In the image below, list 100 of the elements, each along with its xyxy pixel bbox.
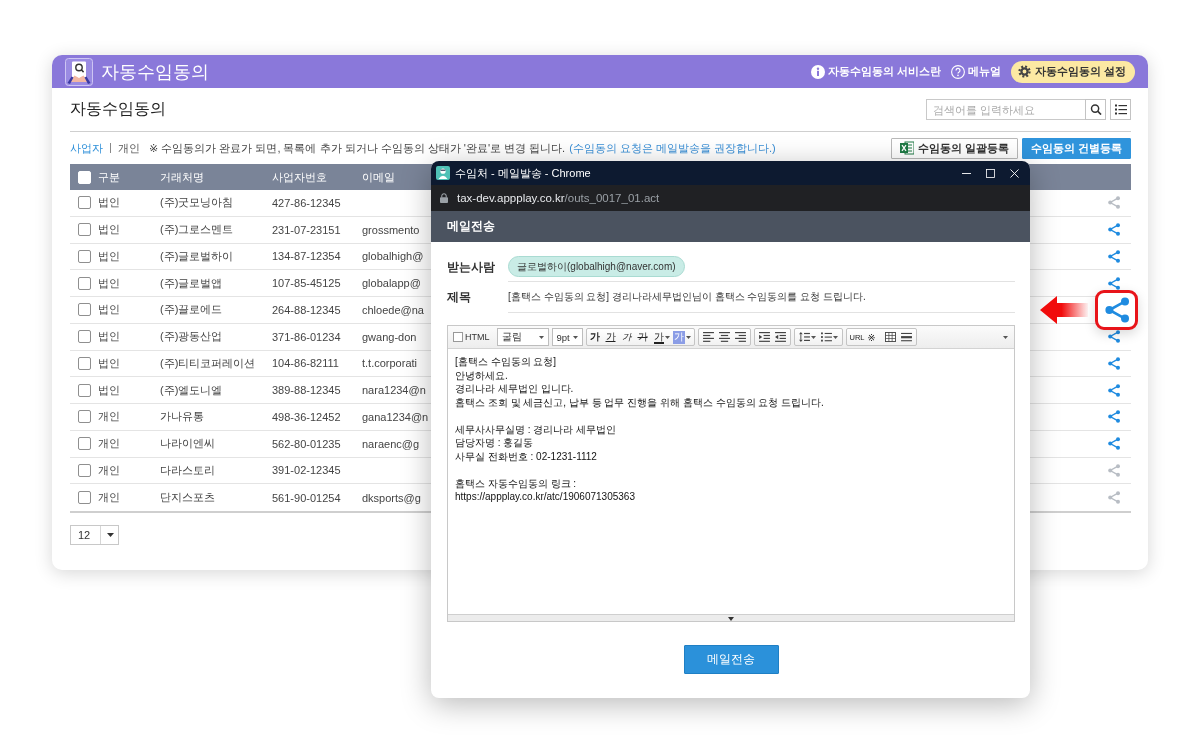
align-right-icon[interactable] (734, 332, 746, 342)
font-select[interactable]: 굴림 (496, 328, 549, 346)
row-checkbox[interactable] (78, 196, 91, 210)
email-cell: globalhigh@ (362, 250, 424, 263)
row-checkbox[interactable] (78, 249, 91, 263)
strikethrough-button[interactable]: 가 (636, 329, 652, 345)
indent-icon[interactable] (758, 332, 770, 342)
share-icon[interactable] (1108, 383, 1120, 397)
email-body-line: 담당자명 : 홍길동 (455, 436, 534, 450)
email-body-line: 홈택스 조회 및 세금신고, 납부 등 업무 진행을 위해 홈택스 수임동의 요청 드립니다. (455, 395, 824, 409)
type-cell: 법인 (98, 329, 120, 345)
italic-button[interactable]: 가 (620, 329, 636, 345)
share-icon[interactable] (1108, 410, 1120, 424)
maximize-icon[interactable] (986, 168, 995, 178)
select-all-checkbox[interactable] (78, 170, 91, 184)
resize-handle[interactable] (448, 614, 1014, 621)
html-label: HTML (465, 332, 490, 342)
row-checkbox[interactable] (78, 491, 91, 505)
email-cell: gana1234@n (362, 410, 429, 423)
type-cell: 법인 (98, 222, 120, 238)
email-body-line: 경리나라 세무법인 입니다. (455, 382, 574, 396)
row-checkbox[interactable] (78, 330, 91, 344)
bold-button[interactable]: 가 (588, 329, 604, 345)
help-icon (951, 64, 966, 79)
lock-icon (440, 193, 448, 203)
row-checkbox[interactable] (78, 223, 91, 237)
numbered-list-icon[interactable] (820, 332, 832, 342)
row-checkbox[interactable] (78, 356, 91, 370)
service-info-link[interactable]: 자동수임동의 서비스란 (811, 64, 942, 79)
share-icon[interactable] (1108, 276, 1120, 290)
email-body-line: [홈택스 수임동의 요청] (455, 355, 557, 369)
client-name-cell: (주)글로벌앱 (160, 275, 223, 291)
size-select[interactable]: 9pt (551, 328, 583, 346)
align-center-icon[interactable] (718, 332, 730, 342)
column-header: 사업자번호 (272, 169, 327, 185)
business-number-cell: 107-85-45125 (272, 277, 341, 290)
align-left-icon[interactable] (702, 332, 714, 342)
business-number-cell: 104-86-82111 (272, 357, 339, 370)
business-number-cell: 498-36-12452 (272, 410, 341, 423)
client-name-cell: (주)엘도니엘 (160, 382, 223, 398)
close-icon[interactable] (1010, 168, 1019, 178)
filter-tab[interactable]: 사업자 (70, 140, 103, 156)
bulk-register-button[interactable]: 수임동의 일괄등록 (890, 137, 1018, 159)
row-checkbox[interactable] (78, 383, 91, 397)
row-checkbox[interactable] (78, 276, 91, 290)
gear-icon (1018, 65, 1032, 78)
font-color-button[interactable]: 가 (652, 329, 671, 345)
list-view-button[interactable] (1110, 99, 1131, 120)
page-size-select[interactable]: 12 (70, 525, 119, 545)
symbol-button[interactable]: ※ (866, 329, 882, 345)
business-number-cell: 389-88-12345 (272, 384, 341, 397)
field-label: 받는사람 (447, 258, 495, 276)
share-icon[interactable] (1104, 297, 1129, 323)
search-button[interactable] (1085, 99, 1106, 120)
horizontal-rule-icon[interactable] (900, 332, 912, 342)
share-icon[interactable] (1108, 463, 1120, 477)
spreadsheet-icon (899, 141, 914, 155)
manual-link[interactable]: 메뉴얼 (951, 64, 1002, 79)
filter-tab[interactable]: 개인 (118, 140, 140, 156)
share-icon[interactable] (1108, 491, 1120, 505)
collapse-icon[interactable] (1003, 335, 1008, 339)
outdent-icon[interactable] (774, 332, 786, 342)
caret-icon (572, 335, 578, 339)
client-name-cell: 가나유통 (160, 409, 204, 425)
settings-button[interactable]: 자동수임동의 설정 (1011, 60, 1135, 83)
html-checkbox[interactable] (453, 332, 463, 342)
email-cell: nara1234@n (362, 384, 426, 397)
share-icon[interactable] (1108, 223, 1120, 237)
row-checkbox[interactable] (78, 437, 91, 451)
row-checkbox[interactable] (78, 303, 91, 317)
minimize-icon[interactable] (962, 172, 971, 174)
email-body-line: https://appplay.co.kr/atc/1906071305363 (455, 490, 635, 504)
row-checkbox[interactable] (78, 463, 91, 477)
editor-text-area[interactable]: [홈택스 수임동의 요청] 안녕하세요. 경리나라 세무법인 입니다. 홈택스 조회 및 세금신고, 납부 등 업무 진행을 위해 홈택스 수임동의 요청 드립니다. 세무사사무실명 : 경리나라 세무법인 담당자명 : 홍길동 사무실 전화번호 : 02-1231-1112 홈택스 자동수임동의 링크 : https://appplay.co.kr/atc/1906071305363 (448, 349, 1014, 614)
business-number-cell: 264-88-12345 (272, 303, 341, 316)
left-arrow-icon (1040, 296, 1088, 324)
client-name-cell: (주)굿모닝아침 (160, 195, 234, 211)
type-cell: 개인 (98, 462, 120, 478)
underline-button[interactable]: 가 (604, 329, 620, 345)
type-cell: 개인 (98, 409, 120, 425)
share-icon[interactable] (1108, 196, 1120, 210)
share-icon[interactable] (1108, 249, 1120, 263)
share-icon[interactable] (1108, 356, 1120, 370)
url-text[interactable]: tax-dev.appplay.co.kr/outs_0017_01.act (457, 192, 660, 204)
business-number-cell: 371-86-01234 (272, 330, 341, 343)
share-icon[interactable] (1108, 330, 1120, 344)
client-name-cell: (주)티티코퍼레이션 (160, 355, 256, 371)
search-field[interactable]: 검색어를 입력하세요 (926, 99, 1085, 120)
client-name-cell: (주)광동산업 (160, 329, 223, 345)
business-number-cell: 391-02-12345 (272, 464, 341, 477)
recipient-chip[interactable]: 글로벌하이(globalhigh@naver.com) (508, 256, 685, 277)
line-height-icon[interactable] (798, 332, 810, 342)
client-name-cell: 단지스포츠 (160, 490, 215, 506)
row-checkbox[interactable] (78, 410, 91, 424)
email-body-line: 안녕하세요. (455, 368, 508, 382)
table-icon[interactable] (884, 332, 896, 342)
share-icon[interactable] (1108, 437, 1120, 451)
column-header: 거래처명 (160, 169, 204, 185)
email-cell: naraenc@g (362, 437, 420, 450)
type-cell: 개인 (98, 436, 120, 452)
